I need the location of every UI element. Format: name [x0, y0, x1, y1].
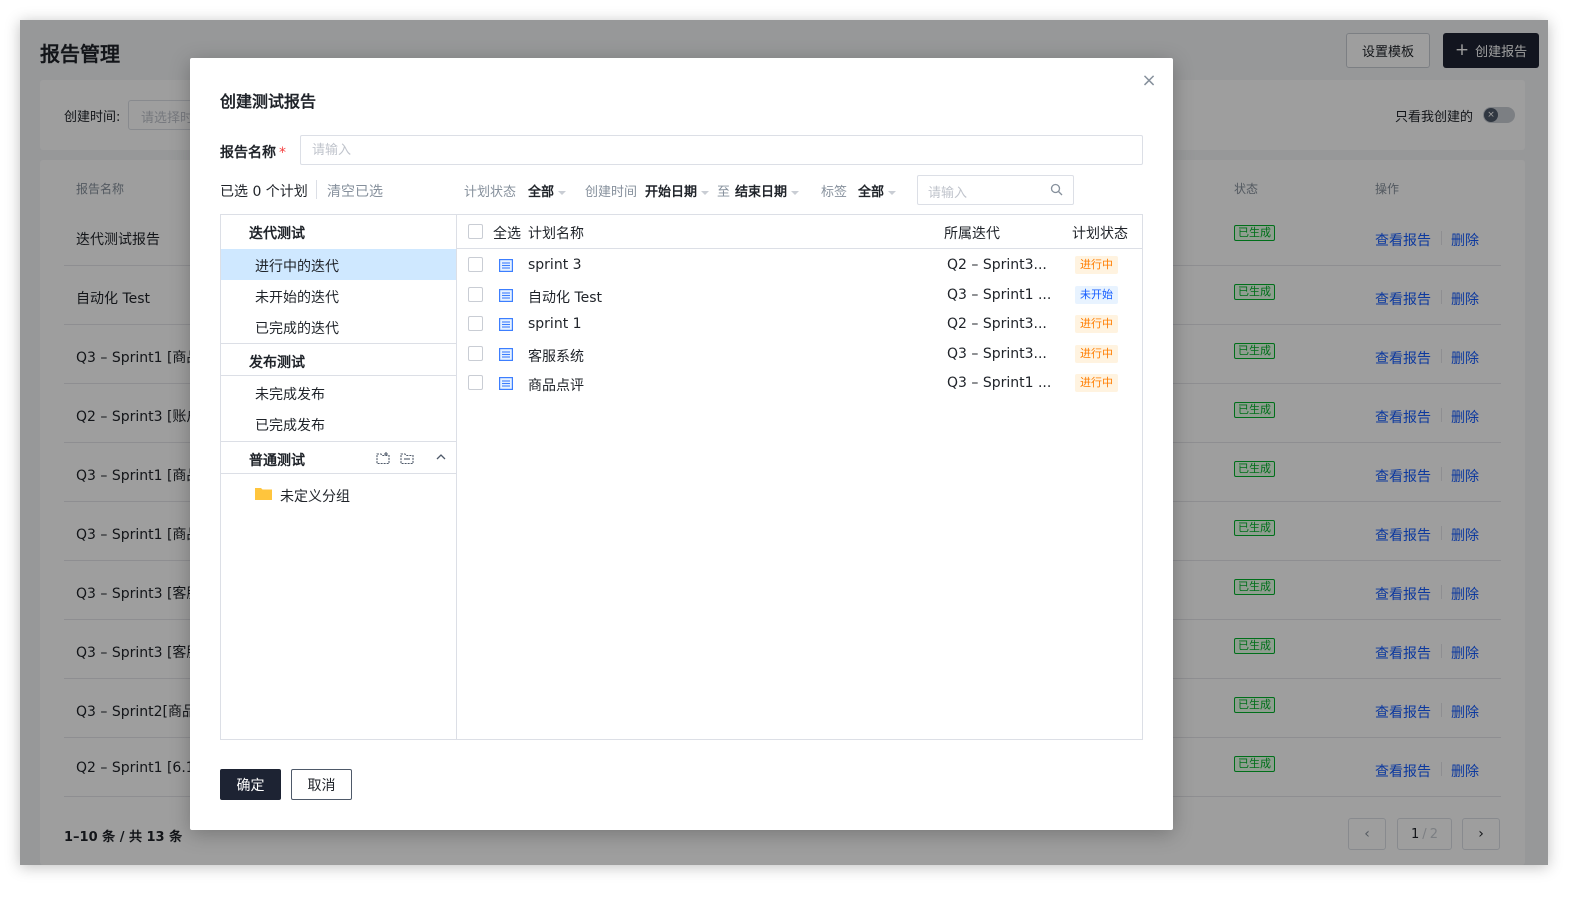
add-folder-icon[interactable] — [375, 450, 391, 466]
plan-name: sprint 3 — [528, 257, 582, 273]
add-subfolder-icon[interactable] — [399, 450, 415, 466]
plan-iteration: Q2 – Sprint3... — [947, 257, 1047, 273]
caret-down-icon — [791, 190, 800, 195]
tree-item-unfinished-release[interactable]: 未完成发布 — [221, 377, 456, 408]
report-name-input[interactable] — [300, 135, 1143, 165]
column-header-plan-name: 计划名称 — [528, 226, 584, 242]
plan-selector-panel: 迭代测试 进行中的迭代 未开始的迭代 已完成的迭代 发布测试 未完成发布 已完成… — [220, 214, 1143, 740]
plan-checkbox[interactable] — [468, 375, 483, 390]
column-header-plan-status: 计划状态 — [1072, 226, 1128, 242]
plan-row[interactable]: 客服系统 Q3 – Sprint3... 进行中 — [457, 340, 1142, 369]
tree-group-normal-label: 普通测试 — [249, 453, 305, 469]
plan-category-tree: 迭代测试 进行中的迭代 未开始的迭代 已完成的迭代 发布测试 未完成发布 已完成… — [221, 215, 457, 739]
start-date-value: 开始日期 — [645, 185, 698, 200]
plan-list: 全选 计划名称 所属迭代 计划状态 sprint 3 Q2 – Sprint3..… — [457, 215, 1142, 739]
tree-item-notstarted-iteration[interactable]: 未开始的迭代 — [221, 280, 456, 311]
divider — [316, 180, 317, 199]
required-mark: * — [279, 145, 286, 161]
create-test-report-dialog: 创建测试报告 × 报告名称* 已选 0 个计划 清空已选 计划状态 全部 创建时… — [190, 58, 1173, 830]
plan-status-tag: 进行中 — [1075, 256, 1118, 274]
plan-name: sprint 1 — [528, 316, 582, 332]
select-all-checkbox[interactable] — [468, 224, 483, 239]
tree-group-iteration[interactable]: 迭代测试 — [221, 215, 456, 248]
report-name-label-text: 报告名称 — [220, 145, 276, 161]
confirm-button[interactable]: 确定 — [220, 769, 281, 800]
tree-group-release[interactable]: 发布测试 — [221, 343, 456, 376]
group-tools — [375, 450, 415, 466]
plan-checkbox[interactable] — [468, 286, 483, 302]
start-date-picker[interactable]: 开始日期 — [645, 181, 710, 200]
tree-item-finished-release[interactable]: 已完成发布 — [221, 408, 456, 439]
plan-checkbox[interactable] — [468, 316, 483, 331]
tree-group-normal[interactable]: 普通测试 — [221, 441, 456, 474]
folder-label: 未定义分组 — [280, 489, 350, 505]
cancel-button[interactable]: 取消 — [291, 769, 352, 800]
caret-down-icon — [558, 190, 567, 195]
report-name-label: 报告名称 * — [220, 142, 286, 162]
plan-status-filter-label: 计划状态 — [464, 185, 517, 200]
plan-row[interactable]: sprint 3 Q2 – Sprint3... 进行中 — [457, 251, 1142, 280]
plan-iteration: Q3 – Sprint1 ... — [947, 375, 1052, 391]
plan-search-input[interactable]: 请输入 — [917, 175, 1074, 205]
plan-name: 自动化 Test — [528, 289, 603, 306]
search-icon — [1050, 183, 1063, 196]
caret-down-icon — [701, 190, 710, 195]
plan-doc-icon — [499, 377, 513, 390]
plan-iteration: Q3 – Sprint1 ... — [947, 286, 1052, 303]
plan-iteration: Q2 – Sprint3... — [947, 316, 1047, 332]
plan-checkbox[interactable] — [468, 345, 483, 361]
caret-down-icon — [888, 190, 897, 195]
plan-status-tag: 进行中 — [1075, 374, 1118, 392]
plan-iteration: Q3 – Sprint3... — [947, 345, 1047, 362]
plan-status-tag: 进行中 — [1075, 344, 1118, 363]
clear-selected-link[interactable]: 清空已选 — [327, 181, 383, 201]
plan-status-tag: 未开始 — [1075, 285, 1118, 304]
tag-value: 全部 — [858, 185, 885, 200]
tree-folder-undefined[interactable]: 未定义分组 — [221, 479, 456, 511]
chevron-up-icon[interactable] — [435, 451, 447, 463]
tree-item-ongoing-iteration[interactable]: 进行中的迭代 — [221, 249, 456, 280]
column-header-iteration: 所属迭代 — [944, 226, 1000, 242]
end-date-picker[interactable]: 结束日期 — [735, 181, 800, 200]
plan-checkbox[interactable] — [468, 257, 483, 272]
end-date-value: 结束日期 — [735, 185, 788, 200]
close-icon[interactable]: × — [1140, 72, 1158, 90]
plan-list-header: 全选 计划名称 所属迭代 计划状态 — [457, 215, 1142, 249]
plan-name: 客服系统 — [528, 348, 584, 365]
folder-icon — [255, 488, 272, 500]
plan-row[interactable]: 自动化 Test Q3 – Sprint1 ... 未开始 — [457, 281, 1142, 310]
plan-status-value: 全部 — [528, 185, 555, 200]
plan-status-tag: 进行中 — [1075, 315, 1118, 333]
select-all-label: 全选 — [493, 226, 521, 242]
tree-item-completed-iteration[interactable]: 已完成的迭代 — [221, 311, 456, 342]
tag-filter-label: 标签 — [821, 185, 848, 200]
tag-filter[interactable]: 全部 — [858, 181, 897, 200]
plan-name: 商品点评 — [528, 378, 584, 394]
plan-row[interactable]: 商品点评 Q3 – Sprint1 ... 进行中 — [457, 369, 1142, 398]
plan-doc-icon — [499, 347, 513, 361]
plan-doc-icon — [499, 318, 513, 331]
created-time-filter-label: 创建时间 — [585, 185, 638, 200]
dialog-title: 创建测试报告 — [220, 92, 317, 111]
plan-status-filter[interactable]: 全部 — [528, 181, 567, 200]
selected-count: 已选 0 个计划 — [220, 184, 308, 200]
plan-doc-icon — [499, 259, 513, 272]
plan-doc-icon — [499, 288, 513, 302]
search-placeholder: 请输入 — [928, 186, 968, 201]
date-range-to: 至 — [717, 185, 731, 200]
plan-row[interactable]: sprint 1 Q2 – Sprint3... 进行中 — [457, 310, 1142, 339]
